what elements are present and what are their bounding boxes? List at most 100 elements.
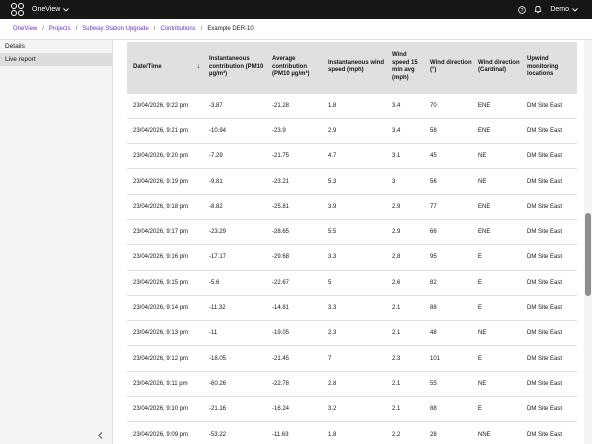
average-contribution-cell: -28.65 <box>266 218 322 245</box>
sidebar-item-details[interactable]: Details <box>0 40 112 53</box>
datetime-cell: 23/04/2026, 9:11 pm <box>127 370 203 397</box>
datetime-cell: 23/04/2026, 9:17 pm <box>127 218 203 245</box>
average-contribution-cell: -23.9 <box>266 117 322 144</box>
wind-speed-15min-cell: 2.1 <box>386 370 424 397</box>
table-row: 23/04/2026, 9:20 pm -7.29 -21.75 4.7 3.1 45 NE… <box>127 143 577 169</box>
upwind-location-cell: DM Site East <box>521 370 577 397</box>
column-header-wind-direction-cardinal[interactable]: Wind direction (Cardinal) <box>472 42 521 93</box>
scrollbar-thumb[interactable] <box>585 213 591 296</box>
datetime-cell: 23/04/2026, 9:14 pm <box>127 294 203 321</box>
column-header-average-contribution[interactable]: Average contribution (PM10 µg/m³) <box>266 42 322 93</box>
wind-direction-cardinal-cell: NE <box>472 370 521 397</box>
wind-direction-cardinal-cell: NE <box>472 320 521 346</box>
column-header-wind-speed-15min[interactable]: Wind speed 15 min avg (mph) <box>386 42 424 93</box>
live-report-table: Date/Time ↓ Instantaneous contribution (P… <box>127 42 577 444</box>
help-icon[interactable]: ? <box>518 5 527 14</box>
table-row: 23/04/2026, 9:12 pm -18.05 -21.45 7 2.3 101 E D… <box>127 345 577 372</box>
oneview-logo-icon[interactable] <box>11 2 25 17</box>
wind-speed-15min-cell: 3.4 <box>386 92 424 119</box>
chevron-left-icon[interactable] <box>98 432 103 441</box>
main-content: Date/Time ↓ Instantaneous contribution (P… <box>113 40 592 444</box>
table-row: 23/04/2026, 9:19 pm -9.81 -23.21 5.3 3 56 NE DM… <box>127 168 577 195</box>
breadcrumb-contributions[interactable]: Contributions <box>160 26 195 32</box>
datetime-cell: 23/04/2026, 9:18 pm <box>127 193 203 220</box>
app-switcher[interactable]: OneView <box>32 6 70 13</box>
svg-text:?: ? <box>521 7 524 13</box>
instantaneous-wind-speed-cell: 5.5 <box>322 218 386 245</box>
instantaneous-wind-speed-cell: 1.8 <box>322 421 386 444</box>
wind-direction-degrees-cell: 28 <box>424 421 472 444</box>
average-contribution-cell: -19.05 <box>266 320 322 346</box>
upwind-location-cell: DM Site East <box>521 421 577 444</box>
table-row: 23/04/2026, 9:17 pm -23.29 -28.65 5.5 2.9 66 E… <box>127 218 577 245</box>
column-header-wind-direction-degrees[interactable]: Wind direction (°) <box>424 42 472 93</box>
wind-speed-15min-cell: 2.6 <box>386 269 424 296</box>
instantaneous-wind-speed-cell: 5.3 <box>322 168 386 195</box>
breadcrumb-separator: / <box>75 26 78 32</box>
upwind-location-cell: DM Site East <box>521 244 577 271</box>
instantaneous-contribution-cell: -53.22 <box>203 421 266 444</box>
wind-speed-15min-cell: 2.3 <box>386 345 424 372</box>
datetime-cell: 23/04/2026, 9:21 pm <box>127 117 203 144</box>
breadcrumb-project[interactable]: Subway Station Upgrade <box>82 26 148 32</box>
wind-direction-cardinal-cell: E <box>472 294 521 321</box>
table-row: 23/04/2026, 9:16 pm -17.17 -29.68 3.3 2.8 95 E… <box>127 244 577 271</box>
datetime-cell: 23/04/2026, 9:10 pm <box>127 396 203 422</box>
average-contribution-cell: -16.24 <box>266 396 322 422</box>
breadcrumb-separator: / <box>42 26 44 32</box>
upwind-location-cell: DM Site East <box>521 143 577 169</box>
wind-speed-15min-cell: 3.1 <box>386 143 424 169</box>
breadcrumb-separator: / <box>200 26 203 32</box>
breadcrumb: OneView / Projects / Subway Station Upgr… <box>0 19 592 40</box>
upwind-location-cell: DM Site East <box>521 345 577 372</box>
wind-direction-degrees-cell: 82 <box>424 269 472 296</box>
instantaneous-contribution-cell: -23.29 <box>203 218 266 245</box>
instantaneous-wind-speed-cell: 4.7 <box>322 143 386 169</box>
table-row: 23/04/2026, 9:18 pm -8.82 -25.81 3.9 2.9 77 EN… <box>127 193 577 220</box>
user-menu[interactable]: Demo <box>550 6 578 13</box>
column-header-instantaneous-contribution[interactable]: Instantaneous contribution (PM10 µg/m³) <box>203 42 266 93</box>
table-row: 23/04/2026, 9:22 pm -3.87 -21.28 1.8 3.4 70 EN… <box>127 92 577 119</box>
instantaneous-wind-speed-cell: 3.9 <box>322 193 386 220</box>
instantaneous-contribution-cell: -21.16 <box>203 396 266 422</box>
wind-speed-15min-cell: 2.9 <box>386 218 424 245</box>
app-name: OneView <box>32 6 61 13</box>
instantaneous-contribution-cell: -5.6 <box>203 269 266 296</box>
wind-direction-degrees-cell: 101 <box>424 345 472 372</box>
upwind-location-cell: DM Site East <box>521 269 577 296</box>
chevron-down-icon <box>572 7 578 12</box>
table-row: 23/04/2026, 9:15 pm -5.6 -22.67 5 2.6 82 E DM S… <box>127 269 577 296</box>
upwind-location-cell: DM Site East <box>521 193 577 220</box>
average-contribution-cell: -11.63 <box>266 421 322 444</box>
notification-bell-icon[interactable] <box>534 5 542 14</box>
breadcrumb-oneview[interactable]: OneView <box>13 26 37 32</box>
sidebar: Details Live report <box>0 40 113 444</box>
instantaneous-wind-speed-cell: 7 <box>322 345 386 372</box>
wind-direction-degrees-cell: 66 <box>424 218 472 245</box>
upwind-location-cell: DM Site East <box>521 294 577 321</box>
breadcrumb-separator: / <box>153 26 156 32</box>
wind-direction-cardinal-cell: E <box>472 345 521 372</box>
sidebar-item-live-report[interactable]: Live report <box>0 53 112 66</box>
instantaneous-wind-speed-cell: 3.3 <box>322 294 386 321</box>
instantaneous-wind-speed-cell: 1.8 <box>322 92 386 119</box>
datetime-cell: 23/04/2026, 9:09 pm <box>127 421 203 444</box>
upwind-location-cell: DM Site East <box>521 218 577 245</box>
wind-speed-15min-cell: 3 <box>386 168 424 195</box>
column-header-instantaneous-wind-speed[interactable]: Instantaneous wind speed (mph) <box>322 42 386 93</box>
wind-speed-15min-cell: 3.4 <box>386 117 424 144</box>
top-navigation-bar: OneView ? Demo <box>0 0 592 19</box>
sort-down-arrow-icon[interactable]: ↓ <box>197 63 201 71</box>
table-header-row: Date/Time ↓ Instantaneous contribution (P… <box>127 42 577 93</box>
breadcrumb-projects[interactable]: Projects <box>49 26 71 32</box>
average-contribution-cell: -21.45 <box>266 345 322 372</box>
datetime-cell: 23/04/2026, 9:19 pm <box>127 168 203 195</box>
column-header-datetime[interactable]: Date/Time ↓ <box>127 42 203 93</box>
datetime-cell: 23/04/2026, 9:13 pm <box>127 320 203 346</box>
vertical-scrollbar[interactable] <box>584 40 592 444</box>
upwind-location-cell: DM Site East <box>521 117 577 144</box>
average-contribution-cell: -21.28 <box>266 92 322 119</box>
wind-direction-degrees-cell: 70 <box>424 92 472 119</box>
wind-direction-degrees-cell: 77 <box>424 193 472 220</box>
column-header-upwind-locations[interactable]: Upwind monitoring locations <box>521 42 577 93</box>
